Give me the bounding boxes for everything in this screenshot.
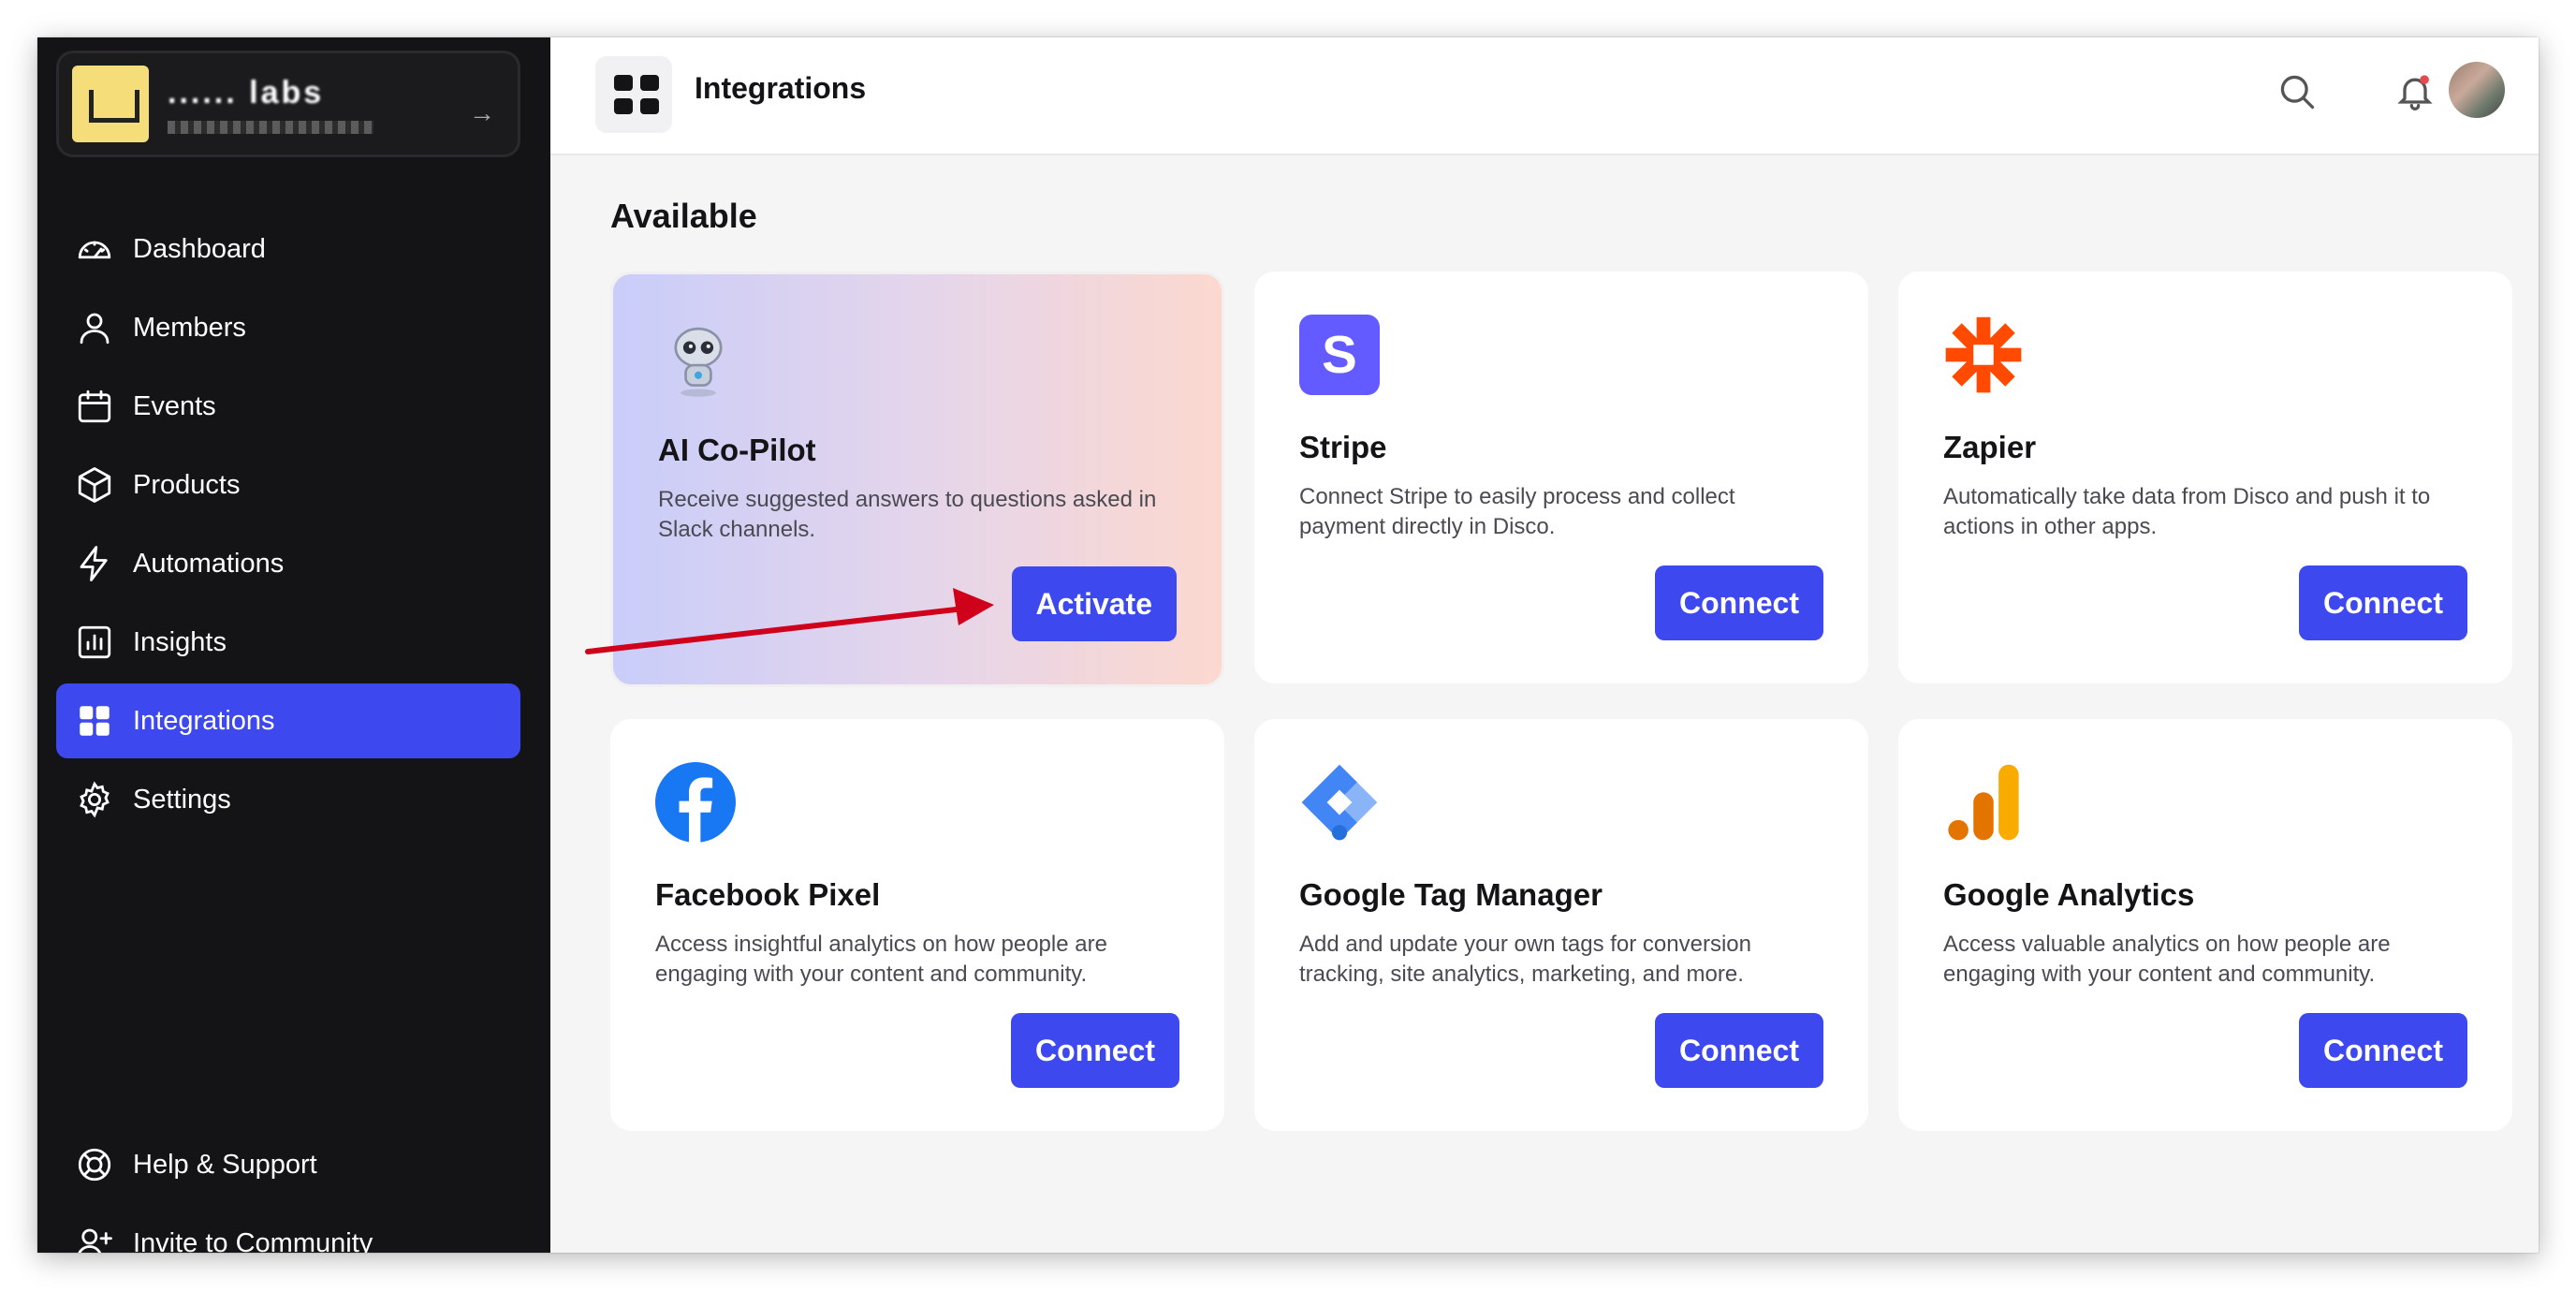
integration-card-facebook-pixel: Facebook Pixel Access insightful analyti… <box>610 719 1224 1131</box>
robot-icon <box>674 327 723 397</box>
sidebar-item-label: Invite to Community <box>133 1227 373 1254</box>
connect-button[interactable]: Connect <box>2299 1013 2467 1088</box>
card-title: Zapier <box>1943 430 2037 464</box>
google-analytics-icon <box>1948 764 2019 841</box>
facebook-icon <box>655 762 736 843</box>
org-logo <box>72 66 149 142</box>
connect-button[interactable]: Connect <box>1655 1013 1823 1088</box>
sidebar-item-settings[interactable]: Settings <box>56 762 520 837</box>
org-name: ...... labs <box>168 74 325 110</box>
section-title: Available <box>610 197 757 235</box>
integration-card-zapier: Zapier Automatically take data from Disc… <box>1898 272 2512 683</box>
grid-icon <box>80 706 110 736</box>
card-description: Connect Stripe to easily process and col… <box>1299 484 1735 539</box>
zapier-icon <box>1945 316 2022 393</box>
sidebar-item-events[interactable]: Events <box>56 369 520 444</box>
sidebar-item-dashboard[interactable]: Dashboard <box>56 212 520 286</box>
sidebar-item-label: Settings <box>133 784 231 815</box>
card-title: Facebook Pixel <box>655 877 881 912</box>
add-person-icon <box>78 1228 112 1253</box>
svg-text:S: S <box>1322 325 1357 384</box>
sidebar-item-automations[interactable]: Automations <box>56 526 520 601</box>
org-switcher[interactable]: ...... labs → <box>56 51 520 157</box>
top-header: Integrations <box>550 37 2539 155</box>
org-text: ...... labs <box>168 75 373 134</box>
search-button[interactable] <box>2269 64 2325 120</box>
chart-icon <box>78 625 111 659</box>
card-description: Access valuable analytics on how people … <box>1943 932 2391 987</box>
integration-card-google-analytics: Google Analytics Access valuable analyti… <box>1898 719 2512 1131</box>
sidebar-item-invite[interactable]: Invite to Community <box>56 1206 520 1253</box>
integrations-header-icon <box>595 56 672 133</box>
gear-icon <box>80 781 110 818</box>
bolt-icon <box>80 546 108 581</box>
activate-button[interactable]: Activate <box>1011 566 1177 641</box>
sidebar-item-products[interactable]: Products <box>56 448 520 522</box>
card-title: Stripe <box>1299 430 1387 464</box>
integration-card-google-tag-manager: Google Tag Manager Add and update your o… <box>1254 719 1868 1131</box>
sidebar-item-members[interactable]: Members <box>56 290 520 365</box>
sidebar-item-label: Dashboard <box>133 233 266 264</box>
sidebar-item-label: Members <box>133 312 246 343</box>
card-description: Receive suggested answers to questions a… <box>658 487 1157 542</box>
stripe-icon: S <box>1299 315 1380 395</box>
person-icon <box>80 313 110 345</box>
connect-button[interactable]: Connect <box>2299 565 2467 640</box>
sidebar-item-label: Events <box>133 390 216 421</box>
app-window: ...... labs → Dashboard Members Events P… <box>37 37 2539 1253</box>
calendar-icon <box>78 389 111 423</box>
box-icon <box>78 467 111 503</box>
sidebar: ...... labs → Dashboard Members Events P… <box>37 37 550 1253</box>
bell-icon <box>2397 75 2433 110</box>
search-icon <box>2280 75 2315 110</box>
google-tag-manager-icon <box>1301 764 1378 841</box>
card-description: Automatically take data from Disco and p… <box>1943 484 2431 539</box>
sidebar-bottom-nav: Help & Support Invite to Community <box>56 1127 520 1253</box>
sidebar-item-label: Integrations <box>133 705 275 736</box>
sidebar-item-label: Help & Support <box>133 1149 317 1180</box>
sidebar-item-label: Products <box>133 469 241 500</box>
switch-icon[interactable]: → <box>469 98 495 128</box>
org-subtitle <box>168 120 373 134</box>
card-title: Google Tag Manager <box>1299 877 1603 912</box>
integration-card-ai-copilot: AI Co-Pilot Receive suggested answers to… <box>610 272 1224 687</box>
connect-button[interactable]: Connect <box>1655 565 1823 640</box>
sidebar-item-label: Insights <box>133 626 227 657</box>
card-title: AI Co-Pilot <box>658 433 816 467</box>
notifications-button[interactable] <box>2387 64 2443 120</box>
dashboard-icon <box>78 241 111 259</box>
card-description: Access insightful analytics on how peopl… <box>655 932 1107 987</box>
page-title: Integrations <box>695 71 867 105</box>
card-title: Google Analytics <box>1943 877 2195 912</box>
integration-card-stripe: S Stripe Connect Stripe to easily proces… <box>1254 272 1868 683</box>
sidebar-item-insights[interactable]: Insights <box>56 605 520 680</box>
avatar[interactable] <box>2449 62 2505 118</box>
connect-button[interactable]: Connect <box>1011 1013 1179 1088</box>
card-description: Add and update your own tags for convers… <box>1299 932 1751 987</box>
lifebuoy-icon <box>78 1148 111 1182</box>
sidebar-item-help-support[interactable]: Help & Support <box>56 1127 520 1202</box>
sidebar-item-label: Automations <box>133 548 285 579</box>
sidebar-item-integrations[interactable]: Integrations <box>56 683 520 758</box>
sidebar-nav: Dashboard Members Events Products Automa… <box>56 212 520 841</box>
